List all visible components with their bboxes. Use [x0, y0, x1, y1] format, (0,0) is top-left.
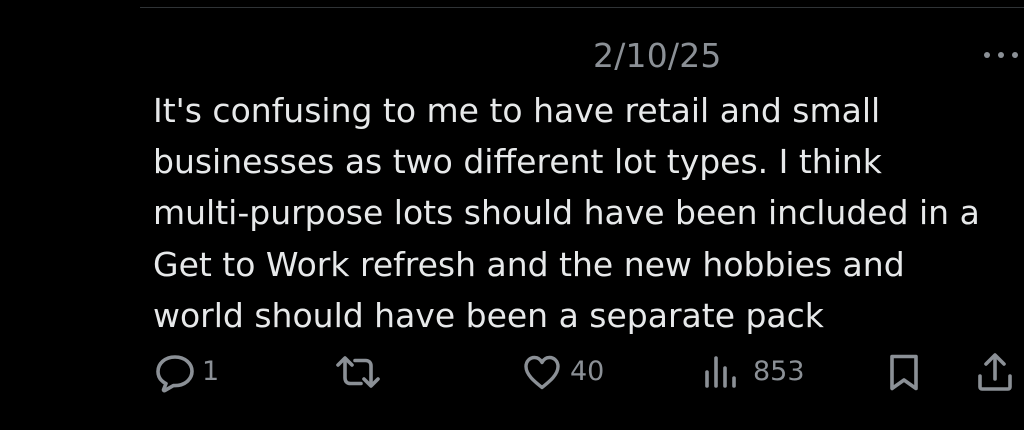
post-text: It's confusing to me to have retail and …: [153, 85, 1024, 341]
like-count: 40: [570, 356, 605, 387]
views-button[interactable]: 853: [703, 350, 805, 394]
bookmark-button[interactable]: [886, 350, 922, 394]
post-text-line: multi-purpose lots should have been incl…: [153, 193, 980, 233]
repost-button[interactable]: [334, 350, 390, 394]
post-text-line: It's confusing to me to have retail and …: [153, 91, 881, 130]
like-button[interactable]: 40: [522, 350, 604, 394]
reply-count: 1: [202, 356, 220, 387]
reply-button[interactable]: 1: [154, 350, 219, 394]
repost-icon: [336, 356, 380, 388]
more-dot: [998, 52, 1004, 58]
post-text-line: world should have been a separate pack: [153, 295, 824, 335]
post-text-line: Get to Work refresh and the new hobbies …: [153, 244, 905, 284]
more-dot: [1012, 52, 1018, 58]
share-button[interactable]: [974, 350, 1016, 394]
post-timestamp[interactable]: 2/10/25: [593, 36, 722, 76]
top-divider: [140, 7, 1024, 8]
share-icon: [978, 353, 1012, 391]
bookmark-icon: [890, 354, 918, 391]
post-text-line: businesses as two different lot types. I…: [153, 142, 882, 182]
more-dot: [984, 52, 990, 58]
more-options-icon[interactable]: [984, 48, 1018, 62]
heart-icon: [524, 355, 560, 390]
views-count: 853: [753, 356, 805, 387]
reply-icon: [156, 355, 194, 393]
views-icon: [705, 356, 736, 388]
